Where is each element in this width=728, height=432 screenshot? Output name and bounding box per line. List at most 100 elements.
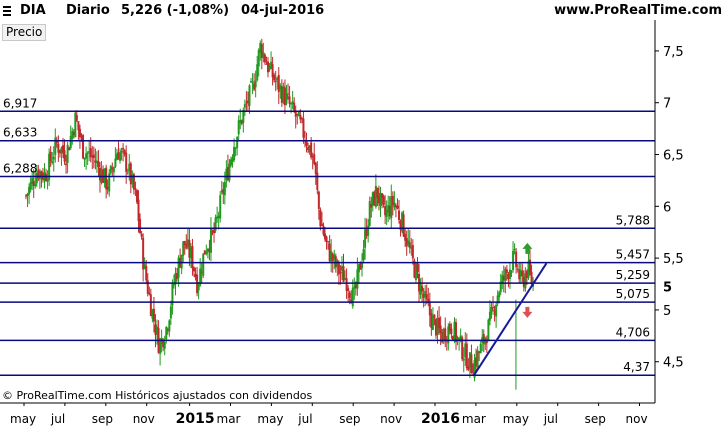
menu-icon[interactable] (3, 6, 11, 16)
candle-down (287, 93, 290, 95)
candle-down (428, 302, 431, 316)
ticker-label: DIA (20, 3, 46, 18)
candle-up (66, 144, 69, 163)
candle-down (521, 271, 524, 277)
x-tick-label: may (503, 412, 529, 426)
x-tick-label: nov (626, 412, 648, 426)
candle-down (411, 245, 414, 259)
candle-down (146, 280, 149, 294)
candle-down (63, 150, 66, 162)
candle-up (512, 250, 515, 271)
candle-up (254, 80, 257, 88)
level-label: 6,633 (3, 126, 37, 140)
candle-up (362, 249, 365, 261)
candle-down (515, 251, 518, 268)
candle-down (125, 152, 128, 172)
candle-down (322, 225, 325, 235)
x-tick-label: mar (462, 412, 486, 426)
candle-up (86, 152, 89, 154)
candle-up (510, 271, 513, 273)
candle-down (397, 210, 400, 221)
x-tick-label: may (10, 412, 36, 426)
candle-up (85, 153, 88, 159)
level-label: 6,288 (3, 161, 37, 175)
level-label: 4,706 (616, 325, 650, 339)
level-label: 5,788 (616, 213, 650, 227)
candle-up (487, 319, 490, 342)
candle-down (302, 118, 305, 138)
y-tick-label: 5 (663, 304, 671, 319)
candle-down (470, 354, 473, 374)
candle-down (140, 234, 143, 237)
candle-up (513, 249, 516, 251)
x-tick-label: nov (133, 412, 155, 426)
candle-up (120, 150, 123, 153)
candle-up (163, 341, 166, 349)
candle-down (137, 199, 140, 222)
x-tick-label: 2016 (421, 411, 460, 427)
candle-up (243, 104, 246, 108)
candle-up (52, 156, 55, 160)
level-label: 5,075 (616, 287, 650, 301)
candle-up (219, 195, 222, 219)
candle-down (433, 314, 436, 318)
candle-up (285, 93, 288, 104)
candle-up (234, 147, 237, 149)
candle-down (348, 292, 351, 298)
candle-up (168, 320, 171, 332)
y-tick-label: 4,5 (663, 356, 684, 371)
x-tick-label: sep (92, 412, 113, 426)
candle-down (274, 80, 277, 82)
candle-down (293, 102, 296, 111)
candle-up (228, 163, 231, 181)
candle-down (439, 325, 442, 334)
candle-down (425, 294, 428, 300)
copyright-text: © ProRealTime.com Históricos ajustados c… (2, 389, 313, 402)
panel-label[interactable]: Precio (2, 24, 47, 41)
candle-down (450, 328, 453, 334)
candle-down (313, 154, 316, 164)
y-tick-label: 7,5 (663, 45, 684, 60)
candle-up (431, 316, 434, 330)
candle-down (416, 263, 419, 272)
candle-down (78, 128, 81, 138)
chart-root: 6,917 6,633 6,288 5,788 5,457 5,259 5,075 4,706… (0, 0, 728, 428)
candle-down (505, 269, 508, 273)
candle-up (476, 350, 479, 368)
candle-down (97, 160, 100, 168)
candle-up (223, 181, 226, 196)
y-tick-label: 7 (663, 97, 671, 112)
candle-down (75, 115, 78, 121)
level-label: 5,259 (616, 268, 650, 282)
level-label: 4,37 (623, 360, 650, 374)
candle-down (89, 148, 92, 158)
candle-down (105, 167, 108, 190)
candle-down (134, 188, 137, 190)
candle-down (122, 147, 125, 150)
candle-down (65, 163, 68, 166)
candle-down (316, 172, 319, 190)
candle-up (251, 81, 254, 83)
candle-down (148, 292, 151, 295)
candle-up (462, 358, 465, 361)
site-label[interactable]: www.ProRealTime.com (554, 3, 722, 18)
candle-down (402, 214, 405, 237)
level-label: 6,917 (3, 96, 37, 110)
candle-up (126, 172, 129, 174)
y-tick-label: 5,5 (663, 252, 684, 267)
candle-down (342, 266, 345, 282)
candle-down (305, 140, 308, 146)
candle-up (361, 262, 364, 268)
period-label: Diario (66, 3, 110, 18)
candle-down (145, 266, 148, 281)
candle-down (529, 259, 532, 273)
candle-down (196, 274, 199, 294)
candle-down (139, 218, 142, 234)
candle-down (152, 308, 155, 322)
candle-down (421, 286, 424, 292)
last-price-label: 5 (663, 281, 672, 296)
candle-down (263, 54, 266, 63)
x-tick-label: jul (543, 412, 558, 426)
candle-up (367, 225, 370, 236)
candle-down (465, 343, 468, 369)
